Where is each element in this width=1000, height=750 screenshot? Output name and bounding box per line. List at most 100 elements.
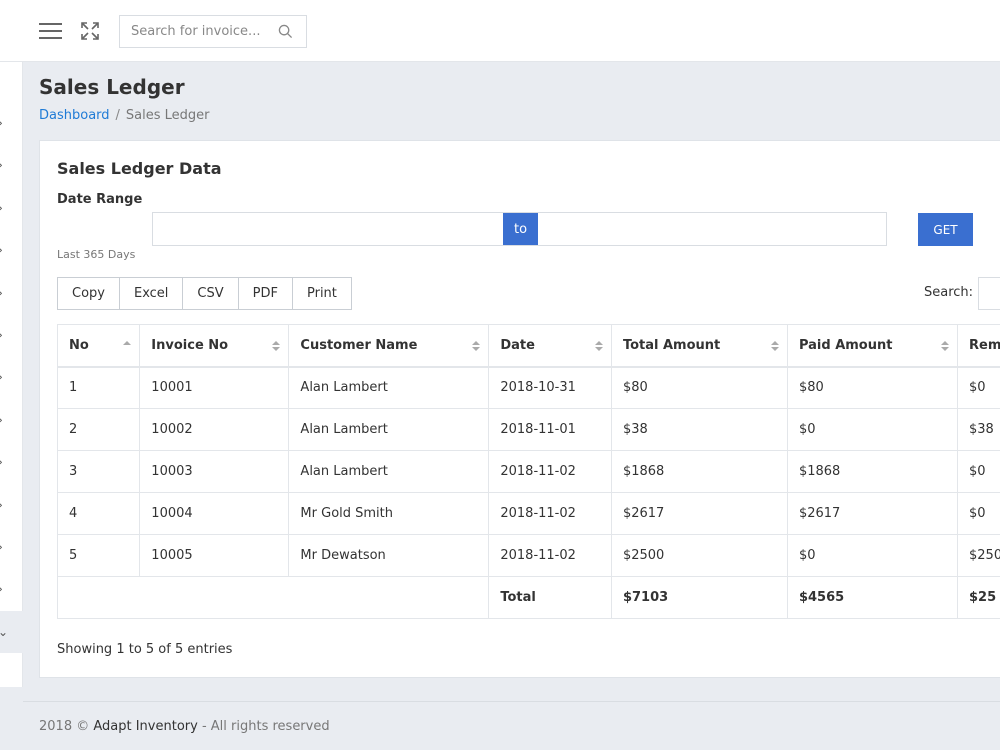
sidebar-item[interactable]: › <box>0 484 23 526</box>
column-header-label: No <box>69 337 89 353</box>
column-header-label: Rem <box>969 337 1000 353</box>
date-end-input[interactable] <box>538 213 886 245</box>
chevron-right-icon: › <box>0 159 3 171</box>
column-header[interactable]: Rem <box>957 324 1000 368</box>
sidebar-item[interactable]: ⌄ <box>0 610 23 653</box>
sidebar-item[interactable]: › <box>0 229 23 271</box>
invoice-search-input[interactable] <box>120 16 270 47</box>
column-header[interactable]: Paid Amount <box>786 324 959 368</box>
totals-row: Total $7103 $4565 $25 <box>56 576 1000 619</box>
chevron-right-icon: › <box>0 583 3 595</box>
sidebar-item[interactable]: › <box>0 102 23 144</box>
get-button[interactable]: GET <box>918 213 973 246</box>
date-range-to-addon: to <box>503 213 538 245</box>
chevron-right-icon: › <box>0 117 3 129</box>
breadcrumb-current: Sales Ledger <box>125 108 210 123</box>
table-cell: $0 <box>786 534 959 577</box>
column-header-label: Paid Amount <box>798 337 893 353</box>
sidebar-item[interactable]: › <box>0 399 23 441</box>
sales-ledger-card: Sales Ledger Data Date Range Last 365 Da… <box>39 140 1000 678</box>
totals-remaining: $25 <box>957 576 1000 619</box>
table-cell: 3 <box>56 450 141 493</box>
sidebar-item[interactable]: › <box>0 526 23 568</box>
footer-text: 2018 © Adapt Inventory - All rights rese… <box>39 719 330 734</box>
chevron-right-icon: › <box>0 244 3 256</box>
fullscreen-icon[interactable] <box>80 21 100 41</box>
sidebar-item[interactable]: › <box>0 187 23 229</box>
card-title: Sales Ledger Data <box>57 159 222 178</box>
table-cell: $80 <box>786 366 959 409</box>
table-row[interactable]: 5 10005 Mr Dewatson 2018-11-02 $2500 $0 $250 <box>56 534 1000 577</box>
column-header[interactable]: Date <box>488 324 612 368</box>
column-header[interactable]: No <box>56 324 141 368</box>
totals-paid-amount: $4565 <box>786 576 959 619</box>
table-cell: $250 <box>957 534 1000 577</box>
table-cell: 2018-11-02 <box>488 492 612 535</box>
search-icon[interactable] <box>278 24 293 39</box>
table-cell: $2500 <box>610 534 788 577</box>
table-row[interactable]: 1 10001 Alan Lambert 2018-10-31 $80 $80 $0 <box>56 366 1000 409</box>
csv-button[interactable]: CSV <box>183 278 239 309</box>
sort-icon <box>941 341 950 351</box>
column-header-label: Date <box>500 337 535 353</box>
table-cell: $2617 <box>610 492 788 535</box>
breadcrumb-separator: / <box>115 108 120 123</box>
date-range-picker: to <box>152 212 887 246</box>
footer-prefix: 2018 © <box>39 719 94 734</box>
table-row[interactable]: 2 10002 Alan Lambert 2018-11-01 $38 $0 $38 <box>56 408 1000 451</box>
table-cell: Alan Lambert <box>288 366 490 409</box>
top-navbar <box>0 0 1000 62</box>
excel-button[interactable]: Excel <box>119 278 184 309</box>
table-cell: 2018-10-31 <box>488 366 612 409</box>
date-start-input[interactable] <box>153 213 503 245</box>
page-title: Sales Ledger <box>39 75 185 99</box>
copy-button[interactable]: Copy <box>58 278 120 309</box>
chevron-right-icon: › <box>0 541 3 553</box>
print-button[interactable]: Print <box>292 278 351 309</box>
table-cell: 5 <box>56 534 141 577</box>
totals-total-amount: $7103 <box>610 576 788 619</box>
totals-label: Total <box>488 576 612 619</box>
table-row[interactable]: 4 10004 Mr Gold Smith 2018-11-02 $2617 $2617 $… <box>56 492 1000 535</box>
table-cell: 2018-11-02 <box>488 534 612 577</box>
entries-info: Showing 1 to 5 of 5 entries <box>57 642 233 657</box>
chevron-right-icon: › <box>0 329 3 341</box>
column-header-label: Customer Name <box>300 337 418 353</box>
date-range-label: Date Range <box>57 192 143 207</box>
footer-suffix: - All rights reserved <box>197 719 330 734</box>
table-cell: 10005 <box>139 534 290 577</box>
sidebar-item[interactable]: › <box>0 356 23 398</box>
table-search-label: Search: <box>924 285 974 300</box>
table-cell: 2 <box>56 408 141 451</box>
table-cell: $0 <box>957 492 1000 535</box>
table-cell: Alan Lambert <box>288 450 490 493</box>
column-header-label: Total Amount <box>622 337 721 353</box>
invoice-search-box <box>119 15 307 48</box>
export-button-group: Copy Excel CSV PDF Print <box>57 277 352 310</box>
chevron-right-icon: › <box>0 499 3 511</box>
sidebar-item[interactable]: › <box>0 568 23 610</box>
menu-icon[interactable] <box>39 23 62 39</box>
sidebar-item[interactable]: › <box>0 441 23 483</box>
table-cell: 4 <box>56 492 141 535</box>
table-search-input[interactable] <box>978 277 1000 310</box>
column-header[interactable]: Total Amount <box>610 324 788 368</box>
sort-icon <box>594 341 603 351</box>
totals-blank-cell <box>56 576 490 619</box>
sidebar-item[interactable]: › <box>0 272 23 314</box>
sidebar-item[interactable]: › <box>0 144 23 186</box>
table-row[interactable]: 3 10003 Alan Lambert 2018-11-02 $1868 $1868 $0 <box>56 450 1000 493</box>
breadcrumb-dashboard-link[interactable]: Dashboard <box>39 108 110 123</box>
table-cell: 10003 <box>139 450 290 493</box>
sidebar-item[interactable]: › <box>0 314 23 356</box>
column-header-label: Invoice No <box>151 337 229 353</box>
pdf-button[interactable]: PDF <box>238 278 293 309</box>
table-cell: $0 <box>957 450 1000 493</box>
sort-icon <box>770 341 779 351</box>
chevron-right-icon: › <box>0 202 3 214</box>
column-header[interactable]: Customer Name <box>288 324 490 368</box>
column-header[interactable]: Invoice No <box>139 324 290 368</box>
table-cell: 2018-11-01 <box>488 408 612 451</box>
table-cell: $38 <box>610 408 788 451</box>
footer-brand[interactable]: Adapt Inventory <box>93 719 197 734</box>
